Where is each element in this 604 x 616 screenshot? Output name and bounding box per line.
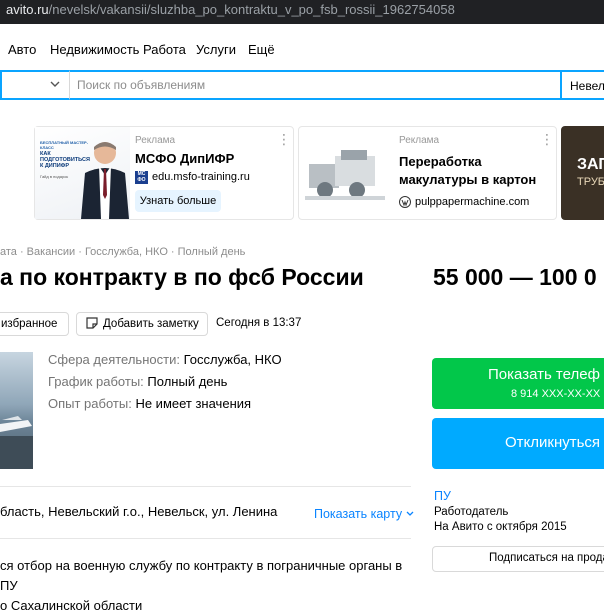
divider: [0, 538, 411, 539]
nav-more[interactable]: Ещё: [248, 42, 275, 57]
respond-label: Откликнуться: [505, 434, 601, 451]
description-line: о Сахалинской области: [0, 598, 143, 613]
search-input[interactable]: [69, 70, 560, 100]
map-link-label: Показать карту: [314, 507, 403, 521]
favorites-label: избранное: [1, 318, 58, 330]
address: бласть, Невельский г.о., Невельск, ул. Л…: [0, 504, 278, 519]
seller-role: Работодатель: [434, 506, 509, 518]
ad-2-title[interactable]: Переработка макулатуры в картон: [399, 153, 549, 189]
url-text[interactable]: avito.ru/nevelsk/vakansii/sluzhba_po_kon…: [6, 2, 455, 17]
note-label: Добавить заметку: [103, 318, 199, 330]
date-posted: Сегодня в 13:37: [216, 317, 302, 329]
ad-1-title[interactable]: МСФО ДипИФР: [135, 150, 234, 168]
ad-card-3[interactable]: ЗАП ТРУБ: [561, 126, 604, 220]
show-map-link[interactable]: Показать карту: [314, 507, 414, 521]
field-experience: Опыт работы: Не имеет значения: [48, 396, 251, 411]
nav-realty[interactable]: Недвижимость: [50, 42, 139, 57]
page-title: а по контракту в по фсб России: [0, 264, 364, 290]
add-note-button[interactable]: Добавить заметку: [76, 312, 208, 336]
msfo-logo-icon: МС ФО: [135, 171, 148, 184]
description-line: ся отбор на военную службу по контракту …: [0, 558, 403, 593]
ad-3-text-2: ТРУБ: [577, 176, 604, 188]
description: ся отбор на военную службу по контракту …: [0, 556, 410, 616]
note-icon: [86, 317, 98, 329]
ad-1-learn-more-button[interactable]: Узнать больше: [135, 190, 221, 212]
nav-services[interactable]: Услуги: [196, 42, 236, 57]
ad-1-img-sub: Гайд в подарок: [40, 174, 69, 179]
show-phone-label: Показать телеф: [488, 366, 600, 383]
nav-auto[interactable]: Авто: [8, 42, 36, 57]
field-key: Опыт работы:: [48, 396, 132, 411]
wordpress-icon: [399, 196, 411, 208]
url-path: /nevelsk/vakansii/sluzhba_po_kontraktu_v…: [48, 2, 455, 17]
field-key: Сфера деятельности:: [48, 352, 180, 367]
url-host: avito.ru: [6, 2, 49, 17]
field-value: Не имеет значения: [135, 396, 252, 411]
show-phone-button[interactable]: Показать телеф 8 914 XXX-XX-XX: [432, 358, 604, 409]
ad-1-label: Реклама: [135, 135, 176, 146]
field-value: Полный день: [147, 374, 228, 389]
seller-name-link[interactable]: ПУ: [434, 489, 451, 503]
ad-2-domain[interactable]: pulppapermachine.com: [415, 196, 529, 208]
nav-work[interactable]: Работа: [143, 42, 186, 57]
boat-image: [0, 416, 33, 469]
city-select[interactable]: Невель: [560, 70, 604, 100]
seller-since: На Авито с октября 2015: [434, 521, 567, 533]
field-schedule: График работы: Полный день: [48, 374, 227, 389]
add-to-favorites-button[interactable]: избранное: [0, 312, 69, 336]
ad-3-text-1: ЗАП: [577, 156, 604, 173]
chevron-down-icon: [406, 511, 414, 516]
subscribe-button[interactable]: Подписаться на прода: [432, 546, 604, 572]
field-value: Госслужба, НКО: [183, 352, 282, 367]
paper-machine-image: [305, 150, 385, 200]
chevron-down-icon: [50, 81, 60, 87]
price: 55 000 — 100 0: [433, 264, 597, 290]
ad-1-more-icon[interactable]: ⋮: [277, 131, 291, 148]
ad-1-domain[interactable]: edu.msfo-training.ru: [152, 171, 250, 183]
divider: [0, 486, 411, 487]
phone-masked: 8 914 XXX-XX-XX: [511, 388, 601, 400]
man-in-suit-image: [81, 142, 129, 219]
breadcrumb[interactable]: ата · Вакансии · Госслужба, НКО · Полный…: [0, 246, 245, 258]
field-key: График работы:: [48, 374, 144, 389]
ad-1-image: БЕСПЛАТНЫЙ МАСТЕР-КЛАСС КАК ПОДГОТОВИТЬС…: [35, 127, 130, 219]
ad-2-more-icon[interactable]: ⋮: [540, 131, 554, 148]
listing-photo[interactable]: [0, 352, 33, 469]
field-sphere: Сфера деятельности: Госслужба, НКО: [48, 352, 282, 367]
respond-button[interactable]: Откликнуться: [432, 418, 604, 469]
ad-2-label: Реклама: [399, 135, 440, 146]
